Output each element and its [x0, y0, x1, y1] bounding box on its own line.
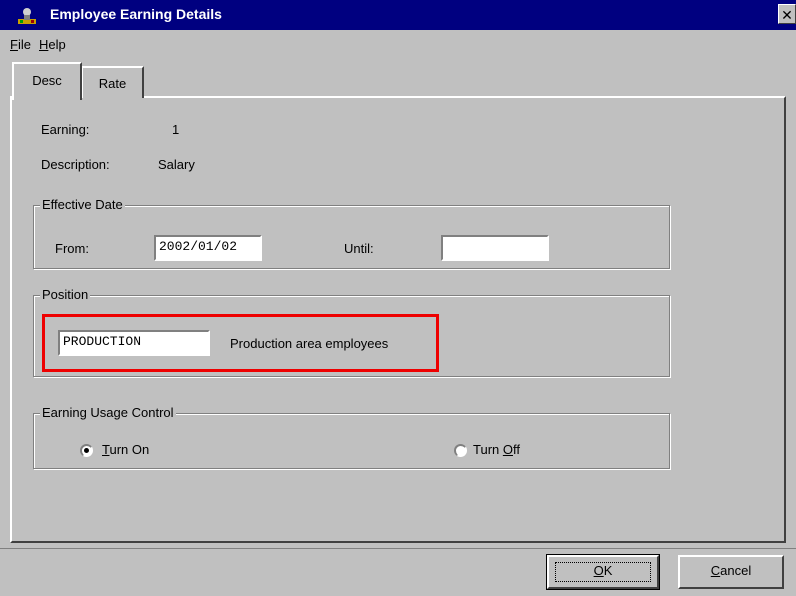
turn-on-label: Turn On	[102, 442, 149, 457]
earning-usage-control-group: Earning Usage Control	[33, 405, 670, 469]
until-date-input[interactable]	[441, 235, 549, 261]
close-icon: ✕	[781, 7, 793, 23]
radio-selected-icon	[80, 444, 93, 457]
app-icon	[18, 6, 36, 24]
employee-earning-details-window: Employee Earning Details ✕ File Help Des…	[0, 0, 796, 596]
effective-date-legend: Effective Date	[40, 197, 125, 212]
from-date-input[interactable]: 2002/01/02	[154, 235, 262, 261]
from-label: From:	[55, 241, 89, 256]
close-button[interactable]: ✕	[778, 4, 796, 24]
earning-value: 1	[172, 122, 180, 137]
radio-dot	[84, 448, 89, 453]
cancel-label: ancel	[720, 563, 752, 578]
turn-off-accelerator: O	[502, 442, 513, 457]
tab-rate-label: Rate	[98, 76, 127, 91]
window-title: Employee Earning Details	[50, 6, 222, 22]
cancel-button[interactable]: Cancel	[678, 555, 784, 589]
position-highlight-box	[42, 314, 439, 372]
bottom-separator	[0, 548, 796, 549]
menu-help[interactable]: Help	[39, 37, 66, 52]
turn-off-label-pre: Turn	[473, 442, 503, 457]
menu-file[interactable]: File	[10, 37, 31, 52]
tab-rate[interactable]: Rate	[82, 66, 144, 98]
turn-off-label-rest: ff	[512, 442, 520, 457]
menu-file-label: ile	[17, 37, 31, 52]
title-bar[interactable]: Employee Earning Details ✕	[0, 0, 796, 30]
earning-label: Earning:	[41, 122, 90, 137]
menu-help-accelerator: H	[39, 37, 49, 52]
position-legend: Position	[40, 287, 91, 302]
effective-date-group: Effective Date	[33, 197, 670, 269]
cancel-accelerator: C	[710, 563, 721, 578]
radio-unselected-icon	[454, 444, 467, 457]
menu-file-accelerator: F	[10, 37, 18, 52]
menu-help-label: elp	[48, 37, 66, 52]
ok-button[interactable]: OK	[546, 554, 660, 590]
turn-off-label: Turn Off	[473, 442, 520, 457]
until-label: Until:	[344, 241, 374, 256]
tab-desc[interactable]: Desc	[12, 62, 82, 100]
description-label: Description:	[41, 157, 110, 172]
focus-rectangle	[555, 562, 651, 582]
tab-desc-label: Desc	[32, 73, 62, 88]
turn-on-label-rest: urn On	[109, 442, 150, 457]
menu-bar: File Help	[0, 30, 796, 58]
earning-usage-control-legend: Earning Usage Control	[40, 405, 176, 420]
description-value: Salary	[158, 157, 195, 172]
